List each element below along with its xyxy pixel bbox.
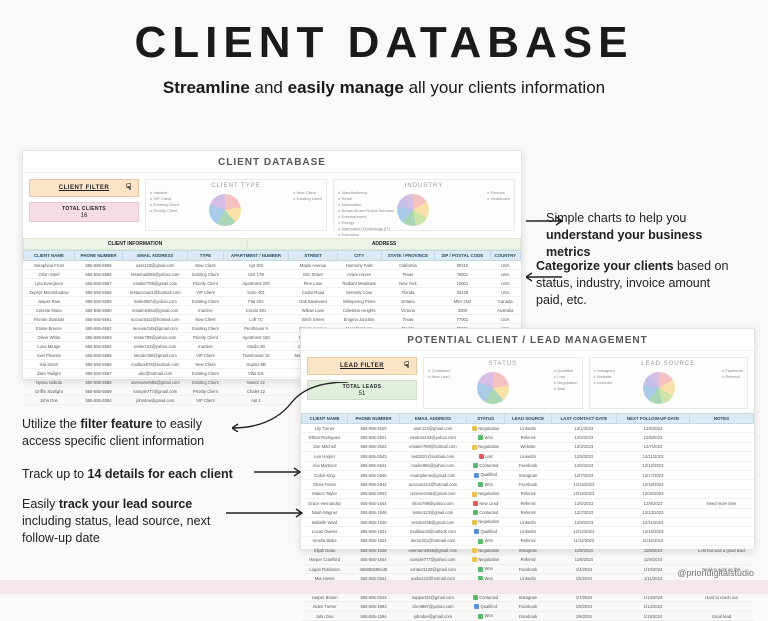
table-row: Aiden Turner555-555-1593client987@yahoo.… [302,602,754,611]
page-subtitle: Streamline and easily manage all your cl… [0,78,768,98]
column-header: STATUS [467,414,505,424]
pie-icon [643,372,675,404]
column-header: LAST CONTACT DATE [551,414,617,424]
column-header: NEXT FOLLOW-UP DATE [617,414,690,424]
table-row: Noah Wagner555-555-1546tester123@gmail.c… [302,508,754,517]
pie-icon [477,372,509,404]
table-row: Olivia Foster555-555-2942account412@hotm… [302,480,754,489]
status-chart: STATUS ContactedNew Lead QualifiedLostNe… [423,357,583,409]
column-header: EMAIL ADDRESS [399,414,466,424]
table-row: Grace Hernandez555-555-1544inbox789@yaho… [302,499,754,508]
table-row: Jasper Rain555-555-5559mailer987@yahoo.c… [24,297,521,306]
column-header: CLIENT NAME [24,251,75,261]
column-header: LEAD SOURCE [505,414,551,424]
chart-legend: InactiveVIP ClientExisting ClientPriorit… [150,190,179,214]
client-type-chart: CLIENT TYPE InactiveVIP ClientExisting C… [145,179,327,231]
column-header: PHONE NUMBER [348,414,400,424]
table-row: Lucas Owens555-555-1521mailbox33@outlook… [302,527,754,536]
table-row: Seraphina Frost555-555-5555user123@gmail… [24,261,521,270]
table-row: Zoe Mitchell555-555-2522emailer789@hotma… [302,442,754,451]
total-clients-box: TOTAL CLIENTS 16 [29,202,139,222]
callout-categorize: Categorize your clients based on status,… [536,258,746,309]
column-header: PHONE NUMBER [74,251,122,261]
column-header: APARTMENT / NUMBER [223,251,289,261]
table-row: Finnian Stardust555-555-5561account412@h… [24,315,521,324]
table-row: John Doe555-555-1594johndoe@gmail.comWon… [302,611,754,620]
callout-lead-source: Easily track your lead source including … [22,496,272,547]
lead-management-card: POTENTIAL CLIENT / LEAD MANAGEMENT LEAD … [300,328,755,550]
table-row: Celeste Moon555-555-5560emailme654@gmail… [24,306,521,315]
column-header: TYPE [188,251,223,261]
pie-icon [209,194,241,226]
table-row: Isabelle Ward555-555-1545sender456@gmail… [302,517,754,526]
table-row: Lyra Evergreen555-555-5557emailer789@gma… [24,279,521,288]
column-header: ZIP / POSTAL CODE [435,251,490,261]
group-header-info: CLIENT INFORMATION [23,238,247,250]
card-b-title: POTENTIAL CLIENT / LEAD MANAGEMENT [301,329,754,351]
column-header: EMAIL ADDRESS [123,251,188,261]
column-header: STATE / PROVINCE [381,251,435,261]
pie-icon [397,194,429,226]
industry-chart: INDUSTRY ManufacturingRetailAutomotiveNo… [333,179,515,231]
footer-accent [0,580,768,594]
card-a-title: CLIENT DATABASE [23,151,521,173]
arrow-icon [232,382,352,432]
table-row: Orion Steel555-555-5556testemail456@yaho… [24,270,521,279]
callout-14-details: Track up to 14 details for each client [22,466,282,483]
callout-filter: Utilize the filter feature to easily acc… [22,416,262,450]
cursor-icon: ☟ [126,182,132,193]
page-title: CLIENT DATABASE [0,18,768,68]
table-row: Zephyr Moonshadow555-555-5558testaccount… [24,288,521,297]
arrow-icon [254,467,304,477]
table-row: Caleb King555-555-2545exampleme@gmail.co… [302,470,754,479]
table-row: Ava Martinez555-555-2544mailer983@yahoo.… [302,461,754,470]
table-row: Ethan Rodriguez555-555-2521random433@yah… [302,433,754,442]
column-header: CITY [337,251,381,261]
table-row: Lily Turner555-555-2520user123@gmail.com… [302,424,754,433]
column-header: COUNTRY [490,251,520,261]
lead-source-chart: LEAD SOURCE InstagramWebsiteLinkedIn Fac… [589,357,749,409]
table-row: Amelia Blake555-555-1524demo321@hotmail.… [302,536,754,545]
arrow-icon [226,508,306,518]
table-row: Harper Crawford555-555-1544sample777@yah… [302,555,754,564]
callout-charts: Simple charts to help youunderstand your… [546,210,746,261]
column-header: NOTES [689,414,753,424]
table-row: Mason Taylor555-555-2943receiver345@gmai… [302,489,754,498]
group-header-address: ADDRESS [247,238,521,250]
client-filter-button[interactable]: CLIENT FILTER☟ [29,179,139,197]
credit: @prioridigitalstudio [677,568,754,578]
lead-filter-button[interactable]: LEAD FILTER☟ [307,357,417,375]
arrow-icon [526,272,566,282]
table-row: Elijah Dean555-555-1525username555@gmail… [302,546,754,555]
table-row: Leo Harper555-555-2543test2021@outlook.c… [302,452,754,461]
arrow-icon [526,216,566,226]
column-header: STREET [289,251,337,261]
cursor-icon: ☟ [404,360,410,371]
